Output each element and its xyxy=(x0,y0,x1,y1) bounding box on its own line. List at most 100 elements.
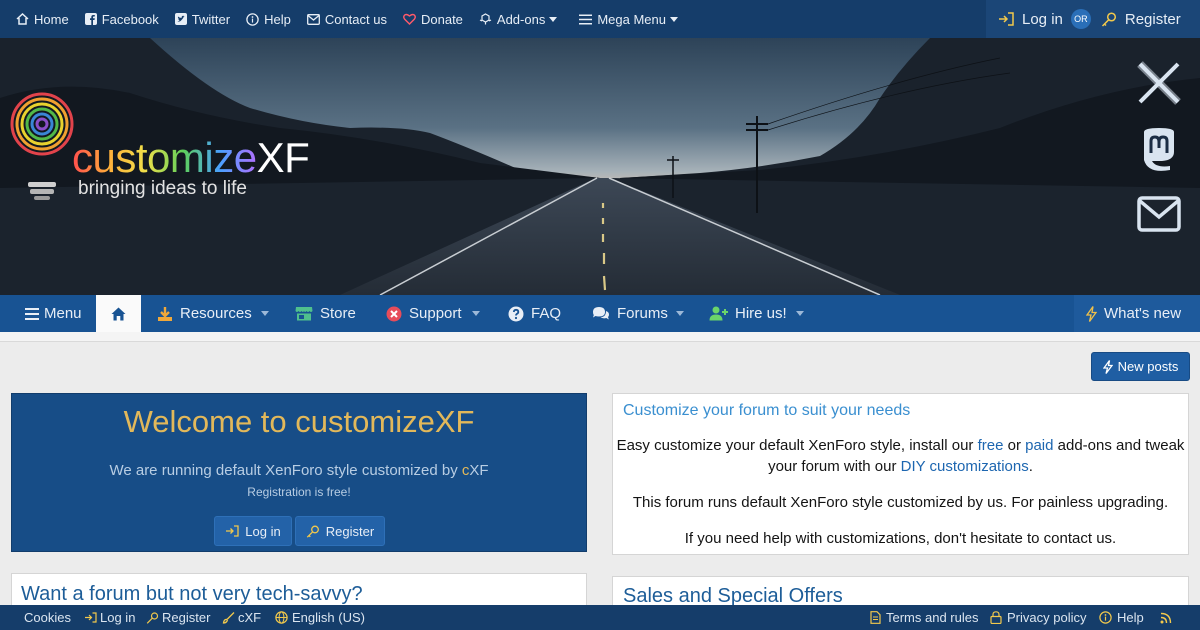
key-icon xyxy=(306,525,319,538)
nav-forums[interactable]: Forums xyxy=(592,295,668,332)
top-link-twitter[interactable]: Twitter xyxy=(167,0,238,38)
welcome-line-2: Registration is free! xyxy=(247,485,351,499)
login-link[interactable]: Log in xyxy=(998,11,1063,28)
facebook-icon xyxy=(84,13,97,25)
user-plus-icon xyxy=(709,306,728,321)
footer-cxf-link[interactable]: cXF xyxy=(222,605,261,630)
top-bar: Home Facebook Twitter Help Contact us Do… xyxy=(0,0,1200,38)
footer-bar: Cookies Log in Register cXF English (US)… xyxy=(0,605,1200,630)
welcome-title: Welcome to customizeXF xyxy=(123,404,475,439)
nav-hire-us-label: Hire us! xyxy=(735,305,787,322)
welcome-buttons: Log in Register xyxy=(214,516,385,546)
top-links: Home Facebook Twitter Help Contact us Do… xyxy=(8,0,686,38)
nav-home-tab[interactable] xyxy=(96,295,141,333)
nav-menu-button[interactable]: Menu xyxy=(25,295,82,332)
welcome-register-label: Register xyxy=(325,523,375,539)
lock-icon xyxy=(990,611,1002,624)
nav-support-dropdown[interactable] xyxy=(472,311,480,316)
welcome-line-1-text: We are running default XenForo style cus… xyxy=(109,462,462,479)
nav-resources-label: Resources xyxy=(180,305,252,322)
top-link-donate[interactable]: Donate xyxy=(395,0,471,38)
footer-privacy-link[interactable]: Privacy policy xyxy=(990,605,1086,630)
login-label: Log in xyxy=(1022,10,1063,28)
customize-card-title: Customize your forum to suit your needs xyxy=(623,402,911,419)
sub-nav-bar xyxy=(0,332,1200,342)
footer-login-label: Log in xyxy=(100,610,136,625)
customize-p1-text-d: . xyxy=(1028,458,1033,475)
home-icon xyxy=(16,13,29,25)
nav-forums-dropdown[interactable] xyxy=(676,311,684,316)
chevron-down-icon xyxy=(669,16,678,22)
footer-help-link[interactable]: Help xyxy=(1099,605,1144,630)
footer-privacy-label: Privacy policy xyxy=(1007,610,1087,625)
nav-store[interactable]: Store xyxy=(295,295,356,332)
diy-customizations-link[interactable]: DIY customizations xyxy=(901,458,1029,475)
welcome-register-button[interactable]: Register xyxy=(295,516,385,546)
welcome-login-button[interactable]: Log in xyxy=(214,516,292,546)
help-icon xyxy=(246,12,259,26)
top-link-contact-label: Contact us xyxy=(324,11,387,27)
top-link-addons[interactable]: Add-ons xyxy=(471,0,565,38)
footer-language-chooser[interactable]: English (US) xyxy=(275,605,365,630)
footer-cookies-link[interactable]: Cookies xyxy=(24,605,71,630)
footer-register-link[interactable]: Register xyxy=(146,605,210,630)
nav-whats-new[interactable]: What's new xyxy=(1074,295,1200,332)
nav-store-label: Store xyxy=(320,305,356,322)
chevron-down-icon xyxy=(549,16,558,22)
nav-forums-label: Forums xyxy=(617,305,668,322)
footer-terms-link[interactable]: Terms and rules xyxy=(870,605,978,630)
twitter-icon xyxy=(174,13,187,25)
mastodon-icon[interactable] xyxy=(1134,126,1184,172)
header-banner: customizeXF bringing ideas to life xyxy=(0,38,1200,295)
question-circle-icon xyxy=(508,306,524,321)
top-link-mega-menu[interactable]: Mega Menu xyxy=(571,0,686,38)
customize-p1-text-b: add-ons and tweak xyxy=(1053,437,1185,454)
welcome-line-1-xf: XF xyxy=(469,462,489,479)
paid-link[interactable]: paid xyxy=(1025,437,1053,454)
top-link-donate-label: Donate xyxy=(420,11,463,27)
welcome-panel: Welcome to customizeXF We are running de… xyxy=(11,393,587,552)
logo-wordmark[interactable]: customizeXF xyxy=(72,134,310,182)
nav-resources-dropdown[interactable] xyxy=(261,311,269,316)
top-link-home-label: Home xyxy=(34,11,69,27)
main-nav: Menu Resources Store Support FAQ Forums … xyxy=(0,295,1200,333)
footer-login-link[interactable]: Log in xyxy=(84,605,135,630)
addons-icon xyxy=(479,13,492,25)
support-icon xyxy=(386,306,402,321)
nav-resources[interactable]: Resources xyxy=(157,295,252,332)
sign-in-icon xyxy=(226,525,239,537)
top-link-home[interactable]: Home xyxy=(8,0,77,38)
store-icon xyxy=(295,307,313,321)
envelope-icon[interactable] xyxy=(1134,192,1184,238)
free-link[interactable]: free xyxy=(978,437,1004,454)
welcome-line-1: We are running default XenForo style cus… xyxy=(12,462,586,479)
nav-faq-label: FAQ xyxy=(531,305,562,322)
nav-support-label: Support xyxy=(409,305,462,322)
top-link-facebook[interactable]: Facebook xyxy=(77,0,167,38)
x-logo-icon[interactable] xyxy=(1134,60,1184,106)
footer-language-label: English (US) xyxy=(292,610,365,625)
nav-hire-us-dropdown[interactable] xyxy=(796,311,804,316)
footer-cookies-label: Cookies xyxy=(24,610,71,625)
logo-word-xf: XF xyxy=(256,134,310,181)
customize-p1-text-c: your forum with our xyxy=(768,458,901,475)
nav-menu-label: Menu xyxy=(44,305,82,322)
nav-hire-us[interactable]: Hire us! xyxy=(709,295,787,332)
help-icon xyxy=(1099,611,1112,624)
sign-in-icon xyxy=(85,612,97,623)
tech-savvy-card-title: Want a forum but not very tech-savvy? xyxy=(21,583,363,605)
brush-icon xyxy=(222,611,235,624)
or-badge: OR xyxy=(1070,9,1091,29)
nav-faq[interactable]: FAQ xyxy=(508,295,561,332)
top-link-help[interactable]: Help xyxy=(238,0,299,38)
footer-rss-link[interactable] xyxy=(1160,605,1175,630)
footer-cxf-label: cXF xyxy=(238,610,262,625)
register-link[interactable]: Register xyxy=(1101,11,1181,28)
new-posts-button[interactable]: New posts xyxy=(1091,352,1190,381)
key-icon xyxy=(1101,11,1116,27)
nav-support[interactable]: Support xyxy=(386,295,462,332)
footer-terms-label: Terms and rules xyxy=(886,610,979,625)
globe-icon xyxy=(275,611,288,624)
new-posts-label: New posts xyxy=(1117,359,1179,374)
top-link-contact[interactable]: Contact us xyxy=(299,0,395,38)
